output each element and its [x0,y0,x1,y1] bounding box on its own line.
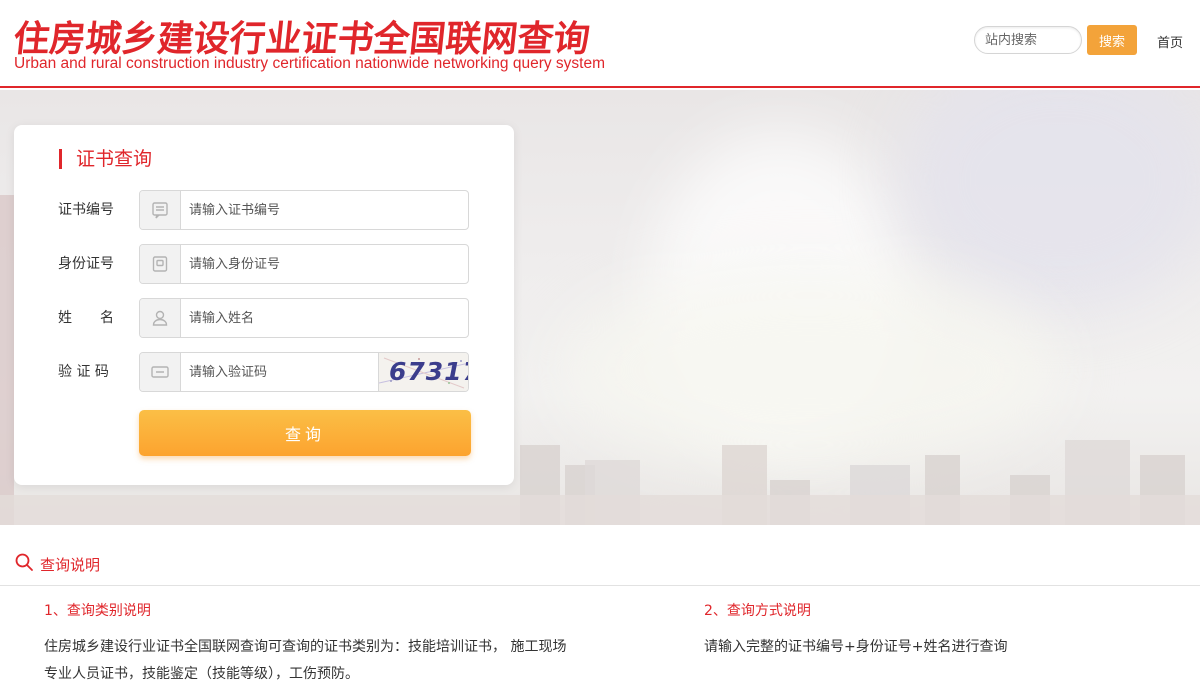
instructions-heading: 查询说明 [14,552,100,576]
name-input[interactable] [182,299,462,337]
captcha-image[interactable]: 67317 [378,353,468,391]
text-line: 住房城乡建设行业证书全国联网查询可查询的证书类别为：技能培训证书， 施工现场 [44,639,567,655]
captcha-row: 验 证 码 67317 [14,352,514,392]
method-section-title: 2、查询方式说明 [704,603,811,619]
hero-banner: 证书查询 证书编号 身份证号 姓 名 [0,90,1200,525]
field-label: 身份证号 [58,256,114,272]
home-link[interactable]: 首页 [1157,32,1183,51]
field-label: 姓 名 [58,310,114,326]
card-title: 证书查询 [59,149,152,169]
id-number-box [139,244,469,284]
instructions-title: 查询说明 [40,555,101,574]
captcha-input[interactable] [182,353,382,391]
field-label: 验 证 码 [58,364,109,380]
captcha-code: 67317 [389,357,468,386]
site-header: 住房城乡建设行业证书全国联网查询 Urban and rural constru… [0,0,1200,88]
search-icon [14,552,34,576]
category-section-title: 1、查询类别说明 [44,603,151,619]
search-button[interactable]: 搜索 [1087,25,1137,55]
text-line: 专业人员证书，技能鉴定（技能等级），工伤预防。 [44,666,359,682]
id-card-icon [140,245,181,283]
user-icon [140,299,181,337]
method-section-text: 请输入完整的证书编号+身份证号+姓名进行查询 [704,634,1184,661]
query-submit-button[interactable]: 查询 [139,410,471,456]
name-row: 姓 名 [14,298,514,338]
site-subtitle: Urban and rural construction industry ce… [14,55,606,72]
certificate-number-input[interactable] [182,191,462,229]
keyboard-icon [140,353,181,391]
field-label: 证书编号 [58,202,114,218]
category-section-text: 住房城乡建设行业证书全国联网查询可查询的证书类别为：技能培训证书， 施工现场 专… [44,634,644,688]
id-number-input[interactable] [182,245,462,283]
site-search-input[interactable] [974,26,1082,54]
text-line: 请输入完整的证书编号+身份证号+姓名进行查询 [704,639,1008,655]
divider [0,585,1200,586]
name-box [139,298,469,338]
id-number-row: 身份证号 [14,244,514,284]
certificate-icon [140,191,181,229]
certificate-number-box [139,190,469,230]
captcha-box: 67317 [139,352,469,392]
query-card: 证书查询 证书编号 身份证号 姓 名 [14,125,514,485]
certificate-number-row: 证书编号 [14,190,514,230]
